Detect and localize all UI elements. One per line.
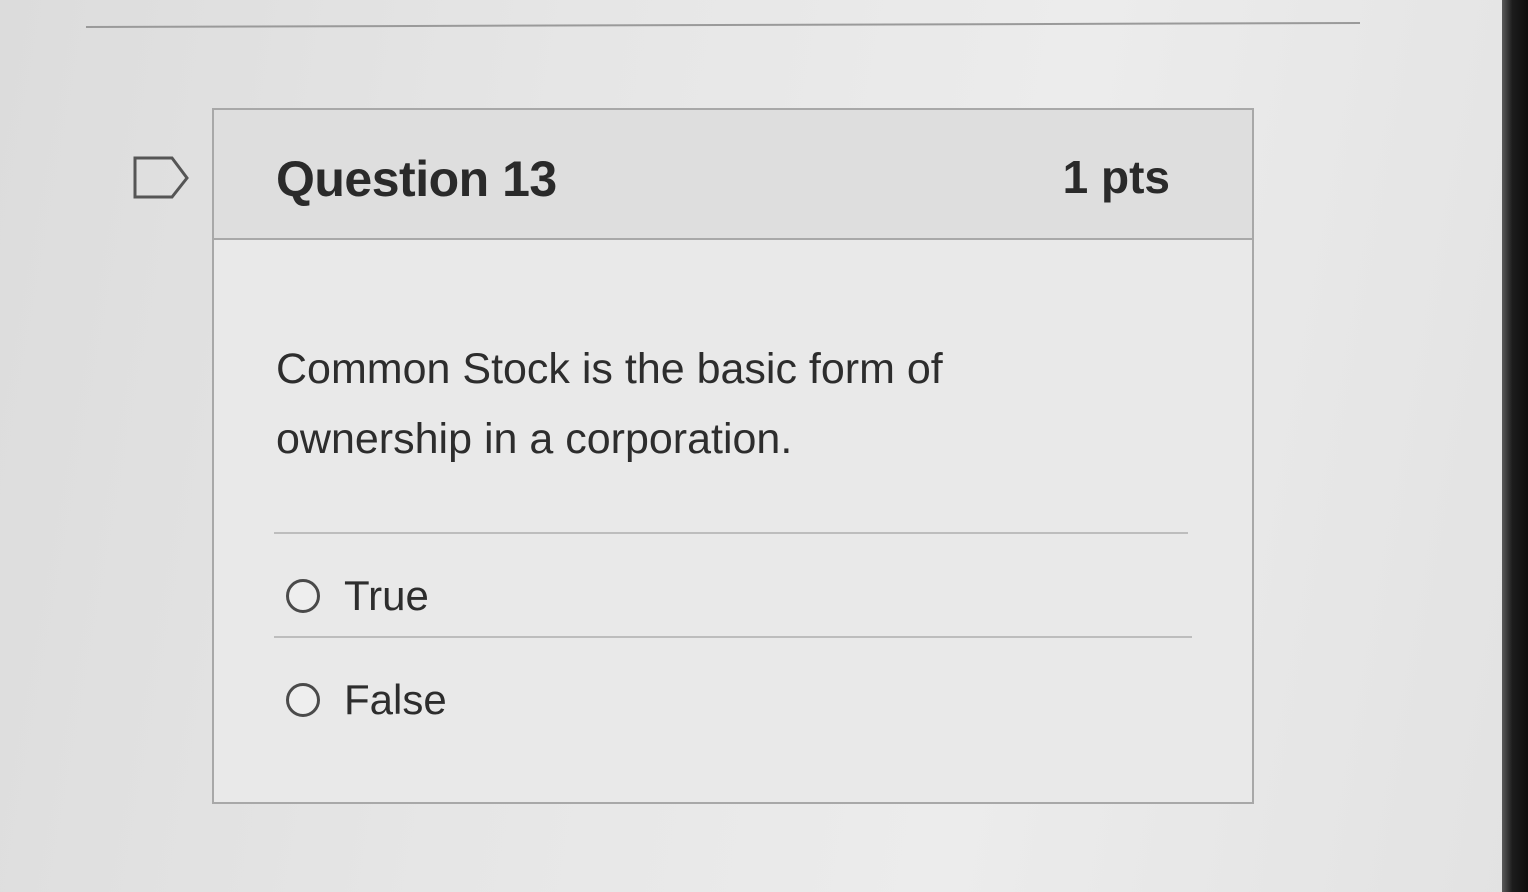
flag-question-icon[interactable] [132, 153, 192, 203]
question-title: Question 13 [276, 151, 557, 207]
radio-unchecked-icon[interactable] [286, 579, 320, 613]
answer-label: True [344, 572, 429, 619]
question-text: Common Stock is the basic form of owners… [276, 345, 943, 463]
answer-divider [274, 532, 1188, 534]
question-card: Question 13 1 pts Common Stock is the ba… [212, 108, 1254, 804]
answer-option-false[interactable]: False [286, 670, 447, 730]
question-points: 1 pts [1062, 151, 1170, 203]
top-divider [85, 21, 1360, 28]
answer-option-true[interactable]: True [286, 566, 429, 626]
radio-unchecked-icon[interactable] [286, 683, 320, 717]
question-header: Question 13 1 pts [214, 110, 1252, 240]
answer-divider [274, 636, 1192, 638]
answer-label: False [344, 676, 447, 723]
screen-bezel [1502, 0, 1528, 892]
